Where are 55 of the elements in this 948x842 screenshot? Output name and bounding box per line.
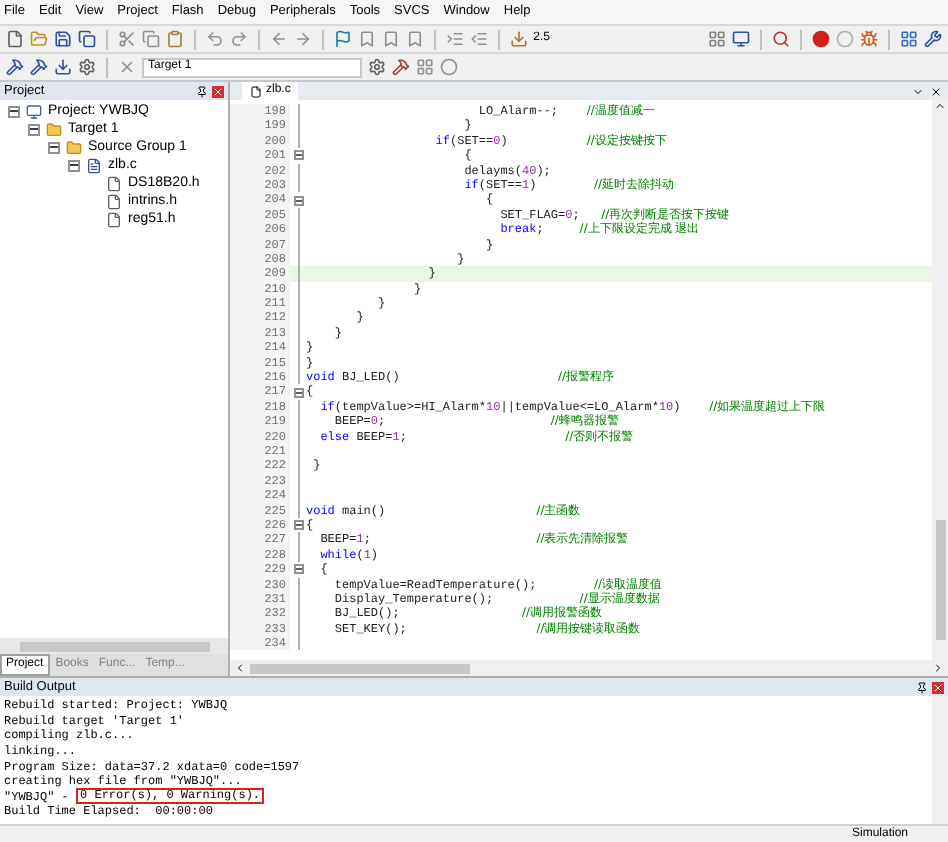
back-icon[interactable] — [269, 30, 288, 48]
indent-icon[interactable] — [445, 30, 464, 48]
circle-icon[interactable] — [440, 58, 458, 76]
collapse-icon[interactable] — [293, 195, 303, 206]
collapse-icon[interactable] — [28, 123, 40, 135]
save-icon[interactable] — [54, 30, 72, 48]
copy-icon[interactable] — [141, 30, 160, 48]
undo-icon[interactable] — [205, 30, 224, 48]
download-icon[interactable] — [509, 30, 528, 48]
project-icon — [26, 103, 42, 119]
collapse-icon[interactable] — [68, 159, 80, 171]
open-folder-icon[interactable] — [30, 30, 48, 48]
pin-icon[interactable] — [196, 85, 208, 97]
scroll-right-icon[interactable] — [932, 662, 944, 674]
scrollbar-thumb[interactable] — [935, 520, 945, 640]
collapse-icon[interactable] — [48, 141, 60, 153]
breakpoint-icon[interactable] — [812, 30, 831, 48]
flag-icon[interactable] — [333, 30, 352, 48]
stop-icon[interactable] — [118, 58, 136, 76]
dropdown-icon[interactable] — [912, 85, 924, 97]
grid-icon[interactable] — [708, 30, 727, 48]
grid-icon[interactable] — [416, 58, 434, 76]
forward-icon[interactable] — [293, 30, 312, 48]
close-icon[interactable] — [930, 85, 942, 97]
collapse-icon[interactable] — [293, 520, 303, 531]
collapse-icon[interactable] — [293, 150, 303, 161]
collapse-icon[interactable] — [293, 387, 303, 398]
wrench-icon[interactable] — [923, 30, 942, 48]
folder-icon — [66, 139, 82, 155]
redo-icon[interactable] — [229, 30, 248, 48]
file-icon — [86, 157, 102, 173]
rebuild-icon[interactable] — [30, 58, 48, 76]
scrollbar-thumb[interactable] — [19, 641, 209, 651]
scroll-left-icon[interactable] — [234, 662, 246, 674]
collapse-icon[interactable] — [293, 564, 303, 575]
tool-icon[interactable] — [392, 58, 410, 76]
new-file-icon[interactable] — [6, 30, 24, 48]
save-all-icon[interactable] — [78, 30, 96, 48]
window-icon[interactable] — [899, 30, 918, 48]
paste-icon[interactable] — [165, 30, 184, 48]
download-icon[interactable] — [54, 58, 72, 76]
build-icon[interactable] — [6, 58, 24, 76]
search-icon[interactable] — [772, 30, 791, 48]
pin-icon[interactable] — [916, 681, 928, 693]
settings-icon[interactable] — [78, 58, 96, 76]
outdent-icon[interactable] — [469, 30, 488, 48]
scrollbar-thumb[interactable] — [250, 663, 470, 673]
folder-icon — [46, 121, 62, 137]
cut-icon[interactable] — [117, 30, 136, 48]
scroll-up-icon[interactable] — [934, 100, 946, 112]
options-icon[interactable] — [368, 58, 386, 76]
bug-icon[interactable] — [860, 30, 879, 48]
file-icon — [250, 85, 262, 97]
collapse-icon[interactable] — [8, 105, 20, 117]
monitor-icon[interactable] — [732, 30, 751, 48]
